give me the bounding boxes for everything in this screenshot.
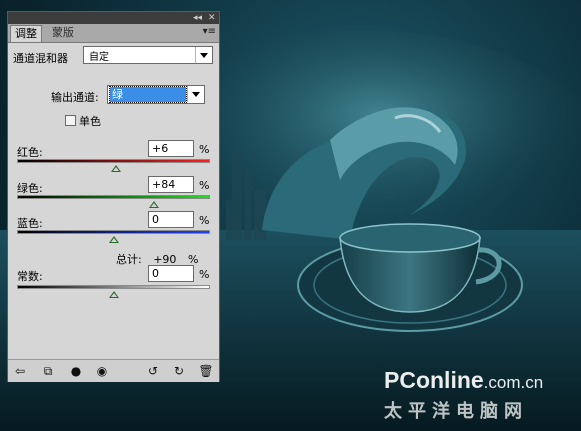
blue-slider-track[interactable]: [17, 230, 210, 234]
red-slider-track[interactable]: [17, 159, 210, 163]
red-value-input[interactable]: +6: [148, 140, 194, 157]
red-percent-unit: %: [199, 143, 210, 156]
green-value-input[interactable]: +84: [148, 176, 194, 193]
reset-icon[interactable]: ↻: [171, 363, 187, 379]
previous-state-icon[interactable]: ↺: [145, 363, 161, 379]
monochrome-label: 单色: [79, 115, 101, 128]
close-panel-icon[interactable]: ✕: [208, 12, 216, 24]
preset-value: 自定: [89, 52, 109, 63]
watermark-chinese: 太平洋电脑网: [384, 401, 528, 422]
constant-slider-track[interactable]: [17, 285, 210, 289]
constant-label: 常数:: [17, 270, 43, 283]
total-label: 总计:: [116, 253, 142, 266]
green-percent-unit: %: [199, 179, 210, 192]
blue-channel-label: 蓝色:: [17, 217, 43, 230]
chevron-down-icon[interactable]: [195, 47, 212, 63]
panel-menu-icon[interactable]: ▾≡: [203, 26, 216, 37]
constant-slider-thumb[interactable]: [108, 291, 119, 298]
blue-slider-thumb[interactable]: [108, 236, 119, 243]
panel-title-strip: ◂◂ ✕: [8, 12, 219, 24]
blue-value-input[interactable]: 0: [148, 211, 194, 228]
watermark: PConline.com.cn 太平洋电脑网: [384, 368, 543, 423]
layer-visibility-toggle-icon[interactable]: ●: [68, 363, 84, 379]
watermark-brand: PConline.com.cn: [384, 367, 544, 393]
red-slider-thumb[interactable]: [111, 165, 122, 172]
panel-bottom-toolbar: ⇦ ⧉ ● ◉ ↺ ↻ 🗑: [8, 359, 219, 382]
back-arrow-icon[interactable]: ⇦: [12, 363, 28, 379]
checkbox-icon[interactable]: [65, 115, 76, 126]
clip-layer-icon[interactable]: ⧉: [40, 363, 56, 379]
adjustments-panel: ◂◂ ✕ 调整 蒙版 ▾≡ 通道混和器 自定 输出通道: 绿 单色 红色: +6…: [7, 11, 220, 382]
output-channel-dropdown[interactable]: 绿: [107, 85, 205, 104]
eye-icon[interactable]: ◉: [94, 363, 110, 379]
constant-percent-unit: %: [199, 268, 210, 281]
adjustment-title: 通道混和器: [13, 52, 68, 65]
red-channel-label: 红色:: [17, 146, 43, 159]
monochrome-checkbox[interactable]: 单色: [65, 113, 101, 129]
collapse-panel-icon[interactable]: ◂◂: [193, 12, 202, 24]
chevron-down-icon[interactable]: [187, 86, 204, 102]
tab-masks[interactable]: 蒙版: [48, 25, 78, 41]
tab-adjustments[interactable]: 调整: [10, 25, 42, 42]
green-channel-label: 绿色:: [17, 182, 43, 195]
green-slider-thumb[interactable]: [149, 201, 160, 208]
preset-dropdown[interactable]: 自定: [83, 46, 213, 64]
output-channel-value: 绿: [109, 86, 187, 103]
green-slider-track[interactable]: [17, 195, 210, 199]
delete-icon[interactable]: 🗑: [198, 363, 214, 379]
constant-value-input[interactable]: 0: [148, 265, 194, 282]
output-channel-label: 输出通道:: [51, 91, 99, 104]
blue-percent-unit: %: [199, 214, 210, 227]
panel-tab-bar: 调整 蒙版 ▾≡: [8, 24, 219, 43]
